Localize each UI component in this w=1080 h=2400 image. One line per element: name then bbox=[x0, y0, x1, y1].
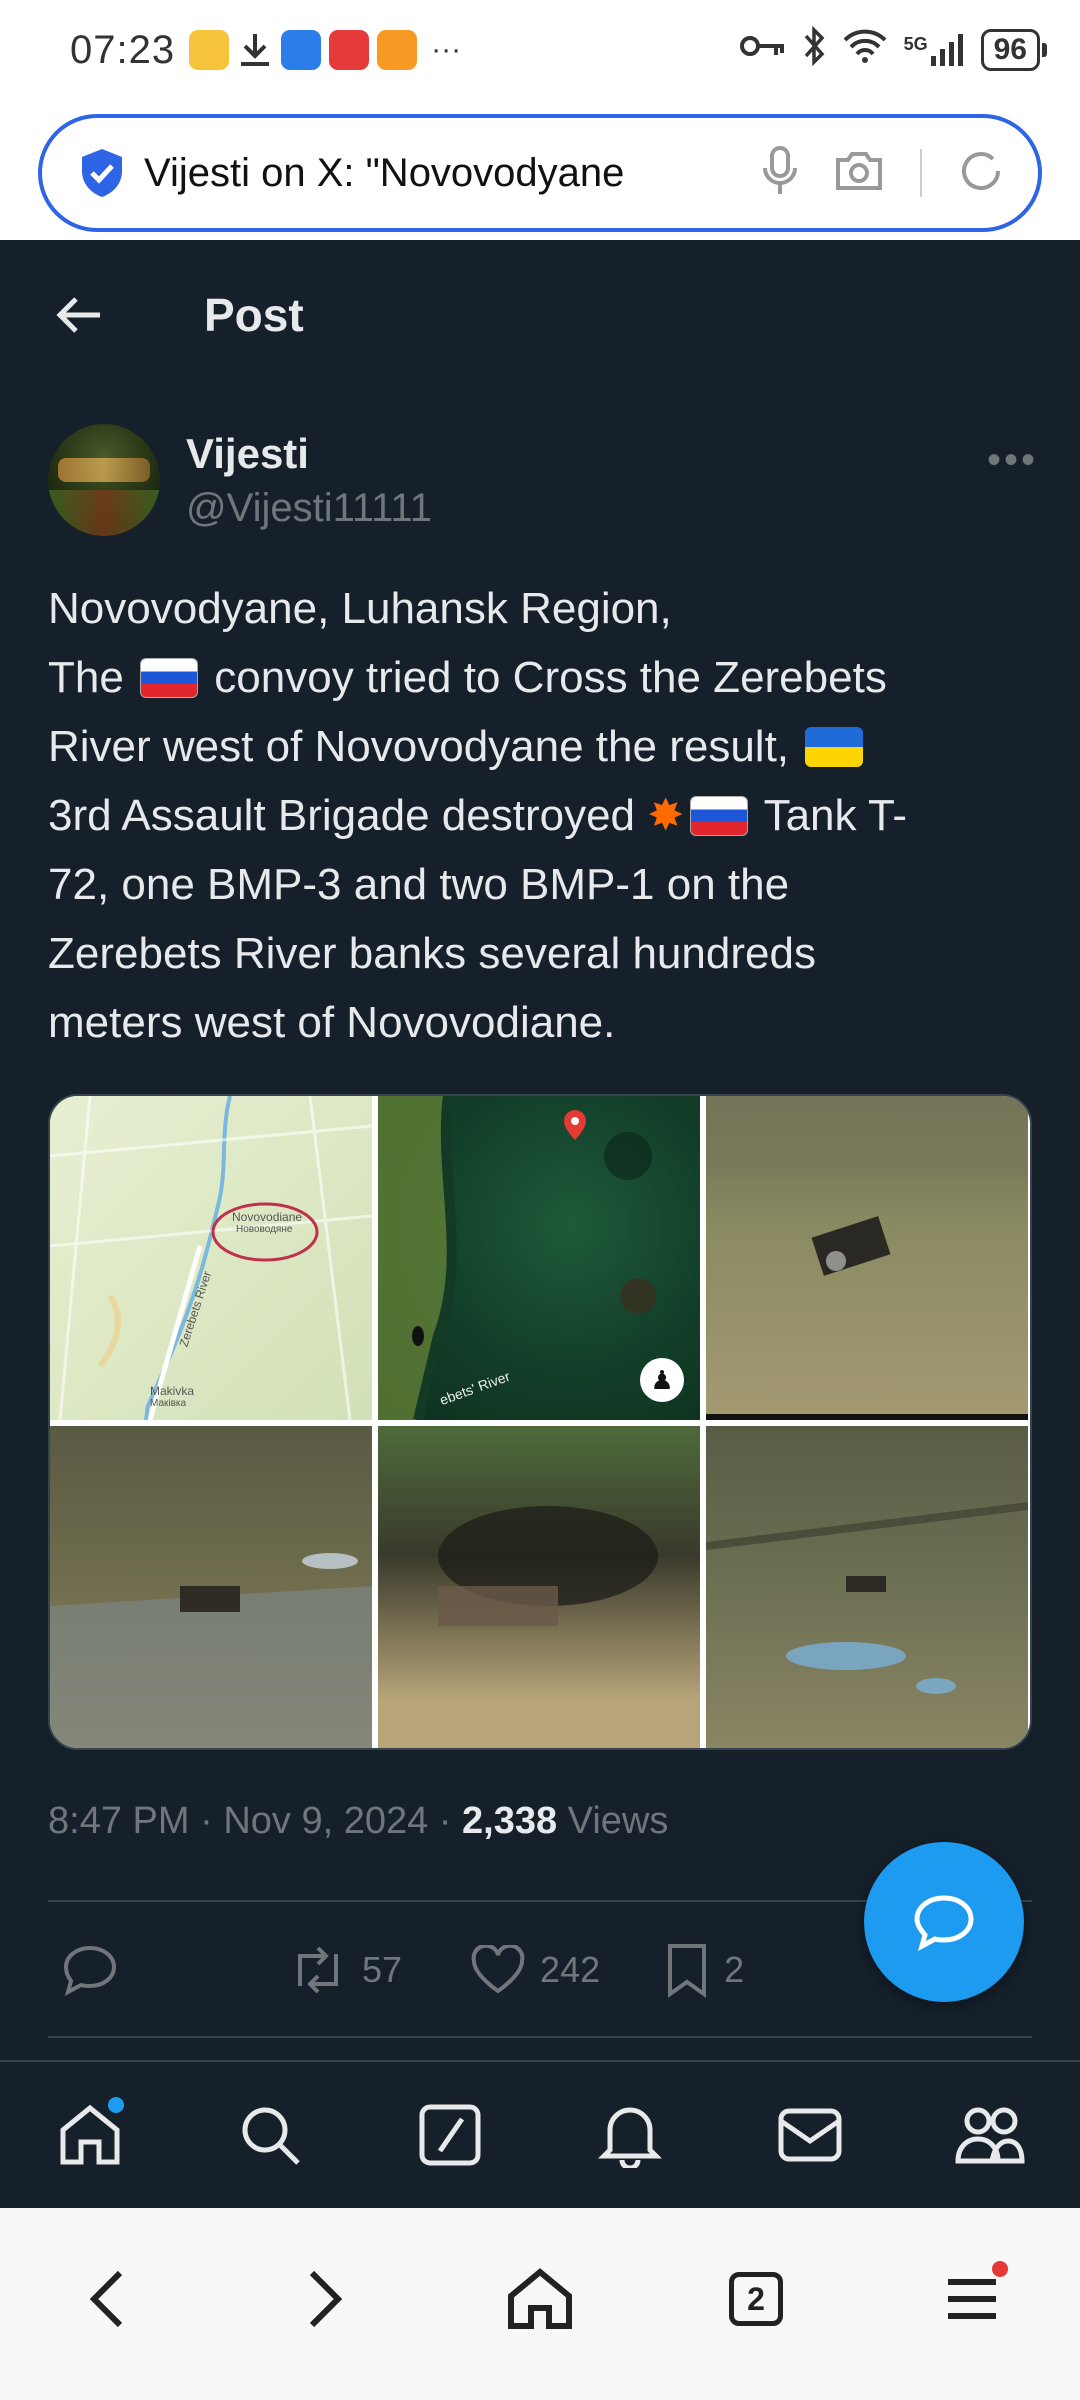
bell-icon bbox=[598, 2107, 662, 2168]
heart-icon bbox=[471, 1945, 525, 1994]
avatar[interactable] bbox=[48, 424, 160, 536]
tab-count: 2 bbox=[729, 2272, 783, 2326]
media-photo-bank[interactable] bbox=[50, 1426, 372, 1748]
repost-count: 57 bbox=[362, 1949, 403, 1990]
nav-messages[interactable] bbox=[770, 2095, 850, 2175]
tweet-text: Novovodyane, Luhansk Region, The convoy … bbox=[48, 574, 1038, 1057]
status-bar: 07:23 ··· 5G 96 bbox=[0, 0, 1080, 100]
url-text[interactable]: Vijesti on X: "Novovodyane bbox=[144, 151, 674, 196]
compose-reply-button[interactable] bbox=[864, 1842, 1024, 2002]
author-row: Vijesti @Vijesti11111 ••• bbox=[48, 420, 1038, 540]
microphone-icon[interactable] bbox=[762, 145, 798, 201]
russia-flag-icon bbox=[140, 658, 199, 698]
views-label: Views bbox=[567, 1800, 669, 1842]
address-bar[interactable]: Vijesti on X: "Novovodyane bbox=[38, 114, 1042, 232]
nav-notifications[interactable] bbox=[590, 2095, 670, 2175]
browser-menu-button[interactable] bbox=[932, 2259, 1012, 2339]
tweet-line: Zerebets River banks several hundreds bbox=[48, 929, 816, 978]
nav-grok[interactable] bbox=[410, 2095, 490, 2175]
bookmark-button[interactable]: 2 bbox=[664, 1942, 744, 1998]
secure-shield-icon bbox=[78, 147, 126, 199]
map-pin-icon bbox=[564, 1110, 586, 1140]
bird-app-icon bbox=[281, 30, 322, 70]
post-meta: 8:47 PM · Nov 9, 2024 · 2,338 Views bbox=[48, 1800, 669, 1842]
repost-icon bbox=[298, 1946, 338, 1994]
post-date: Nov 9, 2024 bbox=[223, 1800, 429, 1842]
media-map[interactable]: Novovodiane Нововодяне Zerebets River Ma… bbox=[50, 1096, 372, 1420]
tweet-line: 72, one BMP-3 and two BMP-1 on the bbox=[48, 860, 790, 909]
page-title: Post bbox=[204, 289, 304, 341]
camera-icon[interactable] bbox=[834, 150, 884, 197]
views-count: 2,338 bbox=[462, 1800, 558, 1842]
reply-button[interactable] bbox=[62, 1944, 118, 1996]
bookmark-icon bbox=[668, 1944, 707, 1998]
like-count: 242 bbox=[540, 1949, 601, 1990]
browser-nav: 2 bbox=[0, 2208, 1080, 2400]
back-arrow-icon[interactable] bbox=[50, 285, 110, 345]
tweet-line: Novovodyane, Luhansk Region, bbox=[48, 584, 672, 633]
author-handle[interactable]: @Vijesti11111 bbox=[186, 486, 432, 531]
search-icon bbox=[242, 2107, 300, 2165]
tweet-line: meters west of Novovodiane. bbox=[48, 998, 616, 1047]
notification-dot bbox=[108, 2097, 124, 2113]
bluetooth-icon bbox=[802, 25, 826, 74]
heart-app-icon bbox=[329, 30, 370, 70]
people-icon bbox=[955, 2107, 1025, 2164]
post-header: Post bbox=[0, 240, 1080, 390]
media-satellite[interactable]: ebets' River ♟ bbox=[378, 1096, 700, 1420]
tweet-line: The convoy tried to Cross the Zerebets bbox=[48, 653, 887, 702]
browser-toolbar: Vijesti on X: "Novovodyane bbox=[0, 100, 1080, 240]
nav-home[interactable] bbox=[50, 2095, 130, 2175]
battery-indicator: 96 bbox=[980, 29, 1048, 71]
map-village-label-cyr: Маківка bbox=[150, 1398, 187, 1409]
mail-icon bbox=[778, 2108, 842, 2162]
explosion-icon: ✸ bbox=[647, 791, 685, 840]
street-view-icon: ♟ bbox=[640, 1358, 684, 1402]
status-time: 07:23 bbox=[70, 27, 176, 72]
map-village-label: Makivka bbox=[150, 1384, 195, 1398]
reply-icon bbox=[63, 1945, 117, 1996]
russia-flag-icon bbox=[690, 796, 749, 836]
key-icon bbox=[739, 31, 786, 69]
wifi-icon bbox=[842, 28, 888, 72]
chevron-right-icon bbox=[309, 2270, 343, 2328]
map-town-label: Novovodiane bbox=[232, 1210, 303, 1224]
bookmark-count: 2 bbox=[724, 1949, 745, 1990]
tweet-line: 3rd Assault Brigade destroyed ✸ Tank T- bbox=[48, 791, 908, 840]
nav-search[interactable] bbox=[230, 2095, 310, 2175]
map-town-label-cyr: Нововодяне bbox=[236, 1224, 293, 1235]
url-divider bbox=[920, 149, 922, 197]
download-icon bbox=[237, 30, 273, 70]
reply-bubble-icon bbox=[914, 1895, 974, 1951]
media-photo-field[interactable] bbox=[706, 1426, 1028, 1748]
author-name[interactable]: Vijesti bbox=[186, 430, 432, 478]
bottom-nav bbox=[0, 2060, 1080, 2208]
play-app-icon bbox=[377, 30, 418, 70]
post-time: 8:47 PM bbox=[48, 1800, 190, 1842]
browser-tabs-button[interactable]: 2 bbox=[716, 2259, 796, 2339]
status-more: ··· bbox=[431, 33, 462, 66]
grok-icon bbox=[419, 2104, 481, 2166]
repost-button[interactable]: 57 bbox=[288, 1946, 402, 1994]
browser-back-button[interactable] bbox=[68, 2259, 148, 2339]
media-photo-crater[interactable] bbox=[378, 1426, 700, 1748]
chevron-left-icon bbox=[89, 2270, 123, 2328]
home-outline-icon bbox=[508, 2268, 572, 2329]
reload-icon[interactable] bbox=[958, 148, 1004, 199]
browser-home-button[interactable] bbox=[500, 2259, 580, 2339]
like-button[interactable]: 242 bbox=[470, 1945, 600, 1995]
menu-icon bbox=[948, 2279, 996, 2319]
ukraine-flag-icon bbox=[805, 727, 864, 767]
browser-forward-button[interactable] bbox=[284, 2259, 364, 2339]
nav-communities[interactable] bbox=[950, 2095, 1030, 2175]
more-options-icon[interactable]: ••• bbox=[987, 438, 1038, 483]
menu-notification-dot bbox=[992, 2261, 1008, 2277]
divider bbox=[48, 2036, 1032, 2038]
signal-icon: 5G bbox=[904, 34, 965, 66]
media-photo-tank[interactable] bbox=[706, 1096, 1028, 1420]
status-app-icons: ··· bbox=[189, 30, 461, 70]
tweet-line: River west of Novovodyane the result, bbox=[48, 712, 1038, 781]
media-grid: Novovodiane Нововодяне Zerebets River Ma… bbox=[48, 1094, 1032, 1750]
weibo-icon bbox=[189, 30, 230, 70]
